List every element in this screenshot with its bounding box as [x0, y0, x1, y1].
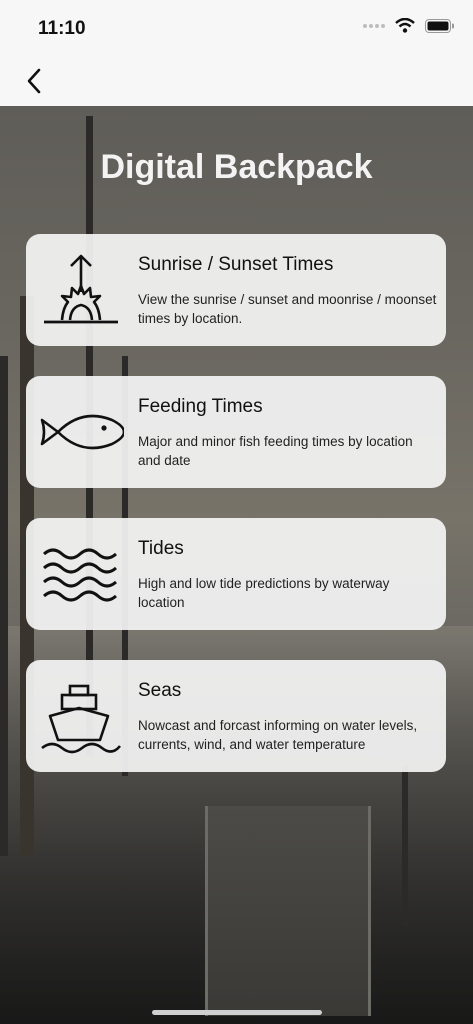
card-feeding-times[interactable]: Feeding Times Major and minor fish feedi…: [26, 376, 446, 488]
signal-icon: [363, 23, 385, 28]
card-title: Seas: [138, 680, 182, 701]
card-description: Major and minor fish feeding times by lo…: [138, 434, 413, 468]
card-title: Sunrise / Sunset Times: [138, 254, 334, 275]
card-description: Nowcast and forcast informing on water l…: [138, 718, 418, 752]
ship-icon: [38, 678, 124, 754]
home-indicator[interactable]: [152, 1010, 322, 1015]
status-icons: [363, 18, 455, 33]
waves-icon: [38, 536, 124, 612]
card-title: Tides: [138, 538, 184, 559]
mast-pole: [402, 766, 408, 926]
card-description: High and low tide predictions by waterwa…: [138, 576, 390, 610]
chevron-left-icon: [27, 68, 41, 94]
navigation-bar: [0, 56, 473, 106]
page-title: Digital Backpack: [100, 148, 373, 186]
card-sunrise-sunset[interactable]: Sunrise / Sunset Times View the sunrise …: [26, 234, 446, 346]
card-tides[interactable]: Tides High and low tide predictions by w…: [26, 518, 446, 630]
card-title: Feeding Times: [138, 396, 263, 417]
wifi-icon: [395, 18, 415, 33]
sunrise-icon: [38, 252, 124, 328]
mast-pole: [0, 356, 8, 856]
card-seas[interactable]: Seas Nowcast and forcast informing on wa…: [26, 660, 446, 772]
back-button[interactable]: [20, 66, 48, 96]
battery-icon: [425, 18, 454, 33]
status-bar: 11:10: [0, 0, 473, 56]
status-time: 11:10: [38, 18, 86, 39]
fish-icon: [38, 394, 126, 470]
card-description: View the sunrise / sunset and moonrise /…: [138, 292, 437, 326]
dock-ramp: [205, 806, 371, 1016]
